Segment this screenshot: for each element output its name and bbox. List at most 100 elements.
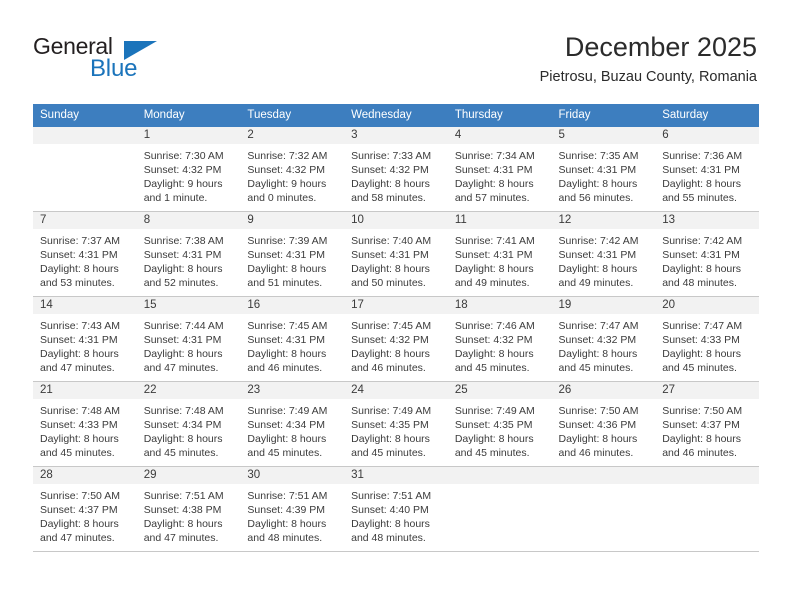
sunset-time: Sunset: 4:31 PM <box>143 334 222 347</box>
daylight-duration-line1: Daylight: 8 hours <box>351 178 430 191</box>
sunset-time: Sunset: 4:31 PM <box>247 334 326 347</box>
day-details: Sunrise: 7:47 AM Sunset: 4:32 PM Daylight:… <box>552 314 656 375</box>
calendar-day-cell[interactable]: 10 Sunrise: 7:40 AM Sunset: 4:31 PM Dayligh… <box>344 211 448 297</box>
day-details: Sunrise: 7:50 AM Sunset: 4:37 PM Daylight:… <box>655 399 759 460</box>
sunrise-time: Sunrise: 7:34 AM <box>454 150 535 162</box>
calendar-day-cell[interactable]: 25 Sunrise: 7:49 AM Sunset: 4:35 PM Dayligh… <box>447 381 552 467</box>
daylight-duration-line1: Daylight: 8 hours <box>454 348 534 361</box>
daylight-duration-line1: Daylight: 8 hours <box>351 348 430 361</box>
calendar-header-row: Sunday Monday Tuesday Wednesday Thursday… <box>33 104 759 127</box>
calendar-day-cell[interactable]: 23 Sunrise: 7:49 AM Sunset: 4:34 PM Dayligh… <box>240 381 345 467</box>
calendar-day-cell[interactable]: 24 Sunrise: 7:49 AM Sunset: 4:35 PM Dayligh… <box>344 381 448 467</box>
day-details: Sunrise: 7:41 AM Sunset: 4:31 PM Daylight:… <box>448 229 552 290</box>
calendar-day-cell[interactable]: 4 Sunrise: 7:34 AM Sunset: 4:31 PM Daylight… <box>447 127 552 212</box>
day-number: 10 <box>344 212 448 229</box>
day-details: Sunrise: 7:42 AM Sunset: 4:31 PM Daylight:… <box>552 229 656 290</box>
day-number: 16 <box>240 297 345 314</box>
calendar-day-cell[interactable]: 14 Sunrise: 7:43 AM Sunset: 4:31 PM Dayligh… <box>33 296 137 382</box>
day-number: 31 <box>344 467 448 484</box>
daylight-duration-line2: and 55 minutes. <box>662 192 737 205</box>
daylight-duration-line2: and 51 minutes. <box>247 277 323 290</box>
day-number <box>655 467 759 484</box>
day-details: Sunrise: 7:45 AM Sunset: 4:31 PM Daylight:… <box>240 314 344 375</box>
sunset-time: Sunset: 4:32 PM <box>351 334 429 347</box>
daylight-duration-line2: and 45 minutes. <box>454 362 530 375</box>
day-number: 26 <box>551 382 656 399</box>
weekday-header-friday: Friday <box>551 104 656 127</box>
calendar-day-cell[interactable]: 8 Sunrise: 7:38 AM Sunset: 4:31 PM Daylight… <box>136 211 241 297</box>
day-number: 23 <box>240 382 345 399</box>
daylight-duration-line1: Daylight: 9 hours <box>247 178 327 191</box>
sunset-time: Sunset: 4:37 PM <box>40 504 118 517</box>
daylight-duration-line1: Daylight: 9 hours <box>143 178 223 191</box>
day-details: Sunrise: 7:48 AM Sunset: 4:34 PM Daylight:… <box>137 399 241 460</box>
calendar-day-cell[interactable]: 17 Sunrise: 7:45 AM Sunset: 4:32 PM Dayligh… <box>344 296 448 382</box>
sunrise-time: Sunrise: 7:51 AM <box>351 490 432 502</box>
sunset-time: Sunset: 4:31 PM <box>662 249 740 262</box>
calendar-day-cell[interactable]: 16 Sunrise: 7:45 AM Sunset: 4:31 PM Dayligh… <box>240 296 345 382</box>
calendar-day-cell[interactable]: 15 Sunrise: 7:44 AM Sunset: 4:31 PM Dayligh… <box>136 296 241 382</box>
day-number: 22 <box>136 382 241 399</box>
calendar-day-cell[interactable]: 12 Sunrise: 7:42 AM Sunset: 4:31 PM Dayligh… <box>551 211 656 297</box>
daylight-duration-line2: and 45 minutes. <box>558 362 634 375</box>
sunset-time: Sunset: 4:32 PM <box>351 164 429 177</box>
calendar-day-cell[interactable]: 27 Sunrise: 7:50 AM Sunset: 4:37 PM Dayligh… <box>655 381 759 467</box>
sunrise-time: Sunrise: 7:32 AM <box>247 150 328 162</box>
sunrise-time: Sunrise: 7:42 AM <box>558 235 639 247</box>
daylight-duration-line2: and 57 minutes. <box>454 192 530 205</box>
daylight-duration-line1: Daylight: 8 hours <box>143 433 223 446</box>
daylight-duration-line2: and 50 minutes. <box>351 277 426 290</box>
sunset-time: Sunset: 4:40 PM <box>351 504 429 517</box>
daylight-duration-line1: Daylight: 8 hours <box>558 433 638 446</box>
general-blue-logo[interactable]: General Blue <box>33 33 233 85</box>
calendar-day-cell[interactable]: 9 Sunrise: 7:39 AM Sunset: 4:31 PM Daylight… <box>240 211 345 297</box>
day-details: Sunrise: 7:50 AM Sunset: 4:37 PM Daylight:… <box>33 484 137 545</box>
calendar-day-cell[interactable]: 18 Sunrise: 7:46 AM Sunset: 4:32 PM Dayligh… <box>447 296 552 382</box>
daylight-duration-line2: and 45 minutes. <box>454 447 530 460</box>
day-number: 20 <box>655 297 759 314</box>
calendar-day-cell[interactable]: 19 Sunrise: 7:47 AM Sunset: 4:32 PM Dayligh… <box>551 296 656 382</box>
daylight-duration-line1: Daylight: 8 hours <box>247 348 327 361</box>
day-details: Sunrise: 7:51 AM Sunset: 4:40 PM Daylight:… <box>344 484 448 545</box>
daylight-duration-line1: Daylight: 8 hours <box>558 348 638 361</box>
calendar-day-cell[interactable]: 11 Sunrise: 7:41 AM Sunset: 4:31 PM Dayligh… <box>447 211 552 297</box>
calendar-day-cell-empty <box>655 466 759 552</box>
page-title: December 2025 <box>564 32 757 62</box>
sunset-time: Sunset: 4:31 PM <box>351 249 429 262</box>
day-details: Sunrise: 7:47 AM Sunset: 4:33 PM Daylight:… <box>655 314 759 375</box>
day-details: Sunrise: 7:44 AM Sunset: 4:31 PM Daylight:… <box>137 314 241 375</box>
calendar-day-cell[interactable]: 1 Sunrise: 7:30 AM Sunset: 4:32 PM Daylight… <box>136 127 241 212</box>
calendar-day-cell[interactable]: 5 Sunrise: 7:35 AM Sunset: 4:31 PM Daylight… <box>551 127 656 212</box>
calendar-day-cell[interactable]: 22 Sunrise: 7:48 AM Sunset: 4:34 PM Dayligh… <box>136 381 241 467</box>
calendar-day-cell[interactable]: 29 Sunrise: 7:51 AM Sunset: 4:38 PM Dayligh… <box>136 466 241 552</box>
calendar-week-row: 21 Sunrise: 7:48 AM Sunset: 4:33 PM Dayligh… <box>33 381 759 467</box>
daylight-duration-line1: Daylight: 8 hours <box>662 433 742 446</box>
daylight-duration-line2: and 53 minutes. <box>40 277 115 290</box>
weekday-header-wednesday: Wednesday <box>344 104 448 127</box>
daylight-duration-line2: and 48 minutes. <box>247 532 323 545</box>
calendar-day-cell[interactable]: 6 Sunrise: 7:36 AM Sunset: 4:31 PM Daylight… <box>655 127 759 212</box>
calendar-day-cell[interactable]: 28 Sunrise: 7:50 AM Sunset: 4:37 PM Dayligh… <box>33 466 137 552</box>
daylight-duration-line1: Daylight: 8 hours <box>662 178 742 191</box>
calendar-page: General Blue December 2025 Pietrosu, Buz… <box>0 0 792 612</box>
calendar-day-cell[interactable]: 20 Sunrise: 7:47 AM Sunset: 4:33 PM Dayligh… <box>655 296 759 382</box>
sunset-time: Sunset: 4:35 PM <box>351 419 429 432</box>
calendar-day-cell[interactable]: 7 Sunrise: 7:37 AM Sunset: 4:31 PM Daylight… <box>33 211 137 297</box>
calendar-day-cell[interactable]: 26 Sunrise: 7:50 AM Sunset: 4:36 PM Dayligh… <box>551 381 656 467</box>
calendar-day-cell[interactable]: 2 Sunrise: 7:32 AM Sunset: 4:32 PM Daylight… <box>240 127 345 212</box>
calendar-day-cell[interactable]: 3 Sunrise: 7:33 AM Sunset: 4:32 PM Daylight… <box>344 127 448 212</box>
day-number: 7 <box>33 212 137 229</box>
day-details: Sunrise: 7:33 AM Sunset: 4:32 PM Daylight:… <box>344 144 448 205</box>
day-details: Sunrise: 7:49 AM Sunset: 4:35 PM Daylight:… <box>344 399 448 460</box>
calendar-day-cell[interactable]: 31 Sunrise: 7:51 AM Sunset: 4:40 PM Dayligh… <box>344 466 448 552</box>
day-number: 4 <box>447 127 552 144</box>
sunrise-time: Sunrise: 7:49 AM <box>351 405 432 417</box>
day-number: 13 <box>655 212 759 229</box>
day-number: 29 <box>136 467 241 484</box>
daylight-duration-line2: and 49 minutes. <box>558 277 634 290</box>
calendar-day-cell[interactable]: 13 Sunrise: 7:42 AM Sunset: 4:31 PM Dayligh… <box>655 211 759 297</box>
sunrise-time: Sunrise: 7:48 AM <box>40 405 120 417</box>
calendar-day-cell[interactable]: 21 Sunrise: 7:48 AM Sunset: 4:33 PM Dayligh… <box>33 381 137 467</box>
calendar-day-cell[interactable]: 30 Sunrise: 7:51 AM Sunset: 4:39 PM Dayligh… <box>240 466 345 552</box>
day-number: 27 <box>655 382 759 399</box>
